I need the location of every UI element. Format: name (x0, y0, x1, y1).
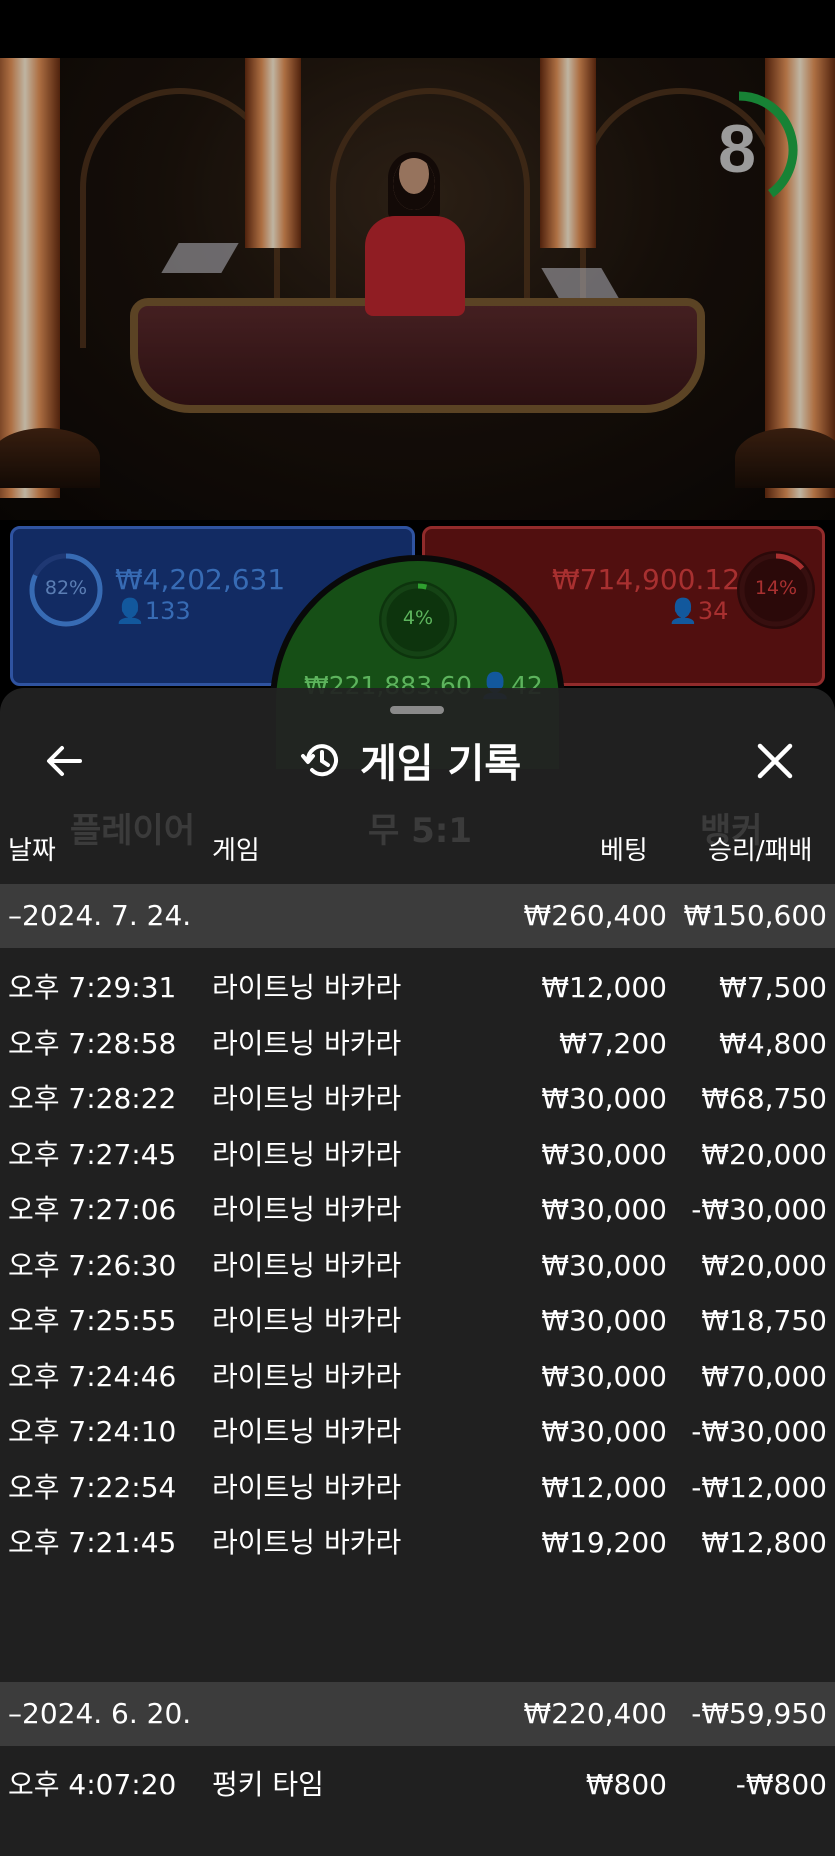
column-header-result: 승리/패배 (708, 836, 813, 866)
group-bet-total: ₩260,400 (523, 899, 667, 932)
row-bet: ₩19,200 (541, 1526, 667, 1559)
status-bar (0, 0, 835, 58)
sheet-title: 게임 기록 (360, 741, 522, 787)
background-player-label: 플레이어 (70, 811, 196, 851)
background-tie-label: 무 5:1 (368, 811, 473, 851)
row-bet: ₩800 (585, 1768, 667, 1801)
history-row[interactable]: 오후 4:07:20 펑키 타임 ₩800 -₩800 (0, 1752, 835, 1818)
game-history-sheet: 플레이어 무 5:1 뱅커 게임 기록 날짜 게임 베팅 승리/패배 –2024… (0, 688, 835, 1856)
history-row[interactable]: 오후 7:21:45 라이트닝 바카라 ₩19,200 ₩12,800 (0, 1510, 835, 1576)
date-group-header[interactable]: –2024. 7. 24. ₩260,400 ₩150,600 (0, 884, 835, 948)
history-icon (301, 744, 338, 777)
group-result-total: -₩59,950 (691, 1697, 827, 1730)
arrow-left-icon (47, 746, 82, 776)
group-date: –2024. 6. 20. (8, 1697, 192, 1730)
sheet-header: 게임 기록 (300, 730, 521, 790)
row-result: ₩12,800 (701, 1526, 827, 1559)
row-game-name: 펑키 타임 (212, 1768, 324, 1801)
group-date: –2024. 7. 24. (8, 899, 192, 932)
close-button[interactable] (750, 736, 800, 786)
row-game-name: 라이트닝 바카라 (212, 1526, 402, 1559)
drag-handle[interactable] (390, 706, 444, 714)
column-header-date: 날짜 (8, 836, 56, 866)
group-bet-total: ₩220,400 (523, 1697, 667, 1730)
close-icon (757, 743, 793, 779)
row-time: 오후 4:07:20 (8, 1768, 177, 1801)
row-time: 오후 7:21:45 (8, 1526, 177, 1559)
row-result: -₩800 (735, 1768, 827, 1801)
back-button[interactable] (40, 736, 90, 786)
date-group-header[interactable]: –2024. 6. 20. ₩220,400 -₩59,950 (0, 1682, 835, 1746)
column-header-game: 게임 (212, 836, 260, 866)
column-header-bet: 베팅 (600, 836, 648, 866)
group-result-total: ₩150,600 (683, 899, 827, 932)
